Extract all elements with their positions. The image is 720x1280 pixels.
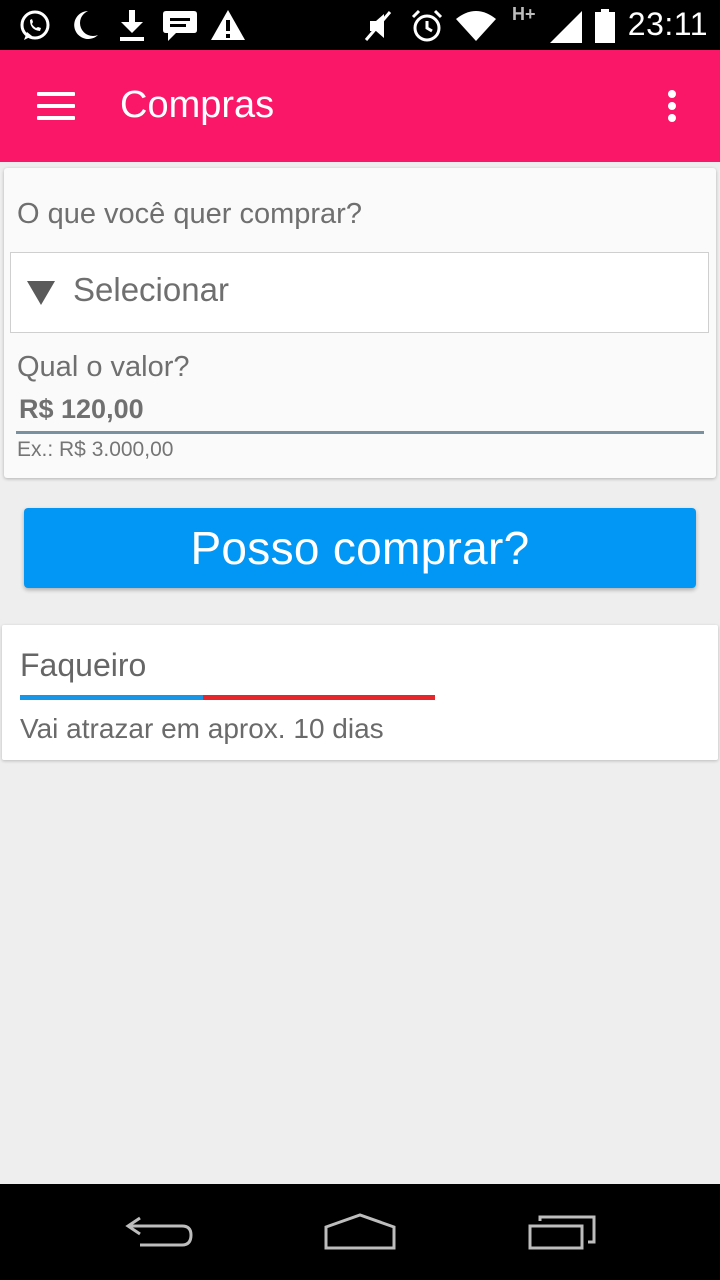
moon-icon bbox=[74, 11, 98, 39]
recents-icon[interactable] bbox=[526, 1212, 598, 1252]
back-icon[interactable] bbox=[124, 1212, 196, 1252]
signal-icon bbox=[550, 11, 582, 43]
system-nav-bar bbox=[0, 1184, 720, 1280]
home-icon[interactable] bbox=[322, 1212, 398, 1252]
whatsapp-icon bbox=[20, 10, 50, 40]
clock: 23:11 bbox=[627, 6, 708, 42]
alarm-icon bbox=[411, 9, 443, 42]
page-title: Compras bbox=[120, 84, 275, 126]
overflow-menu-icon[interactable] bbox=[660, 86, 684, 126]
purchase-form-card: O que você quer comprar? Selecionar Qual… bbox=[4, 168, 716, 478]
result-item-title: Faqueiro bbox=[20, 647, 147, 683]
result-card: Faqueiro Vai atrazar em aprox. 10 dias bbox=[2, 625, 718, 760]
chat-icon bbox=[163, 11, 197, 41]
item-select[interactable]: Selecionar bbox=[10, 252, 709, 333]
network-type: H+ bbox=[512, 4, 536, 24]
savings-progress-fill bbox=[20, 695, 203, 700]
status-bar: H+ 23:11 bbox=[0, 0, 720, 50]
value-hint: Ex.: R$ 3.000,00 bbox=[17, 438, 174, 461]
dropdown-arrow-icon bbox=[27, 281, 55, 305]
menu-icon[interactable] bbox=[30, 86, 82, 126]
wifi-icon bbox=[456, 11, 496, 41]
savings-progress-bar bbox=[20, 695, 435, 700]
mute-icon bbox=[364, 11, 392, 41]
can-i-buy-button[interactable]: Posso comprar? bbox=[24, 508, 696, 588]
item-select-value: Selecionar bbox=[73, 271, 229, 308]
value-input[interactable]: R$ 120,00 bbox=[16, 390, 704, 434]
warning-icon bbox=[211, 10, 245, 40]
download-icon bbox=[120, 10, 144, 41]
app-toolbar: Compras bbox=[0, 50, 720, 162]
result-status-text: Vai atrazar em aprox. 10 dias bbox=[20, 713, 384, 744]
value-question-label: Qual o valor? bbox=[17, 351, 190, 383]
battery-icon bbox=[595, 9, 615, 43]
value-input-text: R$ 120,00 bbox=[19, 394, 144, 424]
item-question-label: O que você quer comprar? bbox=[17, 198, 362, 230]
